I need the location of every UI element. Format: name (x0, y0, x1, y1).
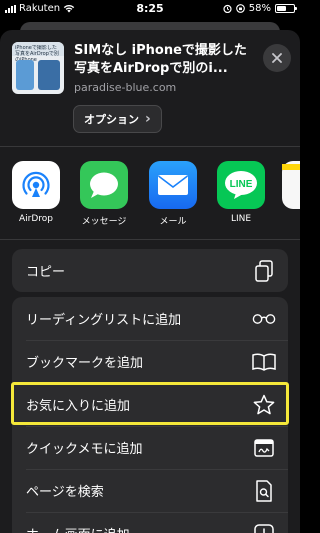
airdrop-icon (12, 161, 60, 209)
line-icon: LINE (217, 161, 265, 209)
close-button[interactable] (263, 44, 291, 72)
page-title: SIMなし iPhoneで撮影した写真をAirDropで別のi... (74, 43, 247, 76)
action-find-on-page[interactable]: ページを検索 (12, 469, 288, 512)
action-add-to-home[interactable]: ホーム画面に追加 (12, 512, 288, 533)
close-icon (272, 53, 282, 63)
action-label: クイックメモに追加 (26, 442, 143, 457)
action-label: ブックマークを追加 (26, 356, 144, 371)
battery-percent: 58% (248, 3, 271, 14)
app-label-mail: メール (159, 217, 187, 227)
mail-icon (149, 161, 197, 209)
options-label: オプション (84, 113, 139, 126)
share-sheet: iPhoneで撮影した写真をAirDropで別のiPhone SIMなし iPh… (0, 30, 300, 533)
app-label-line: LINE (230, 214, 252, 224)
phone-image-right (38, 60, 60, 90)
options-button[interactable]: オプション › (73, 105, 162, 133)
phone-image-left (16, 60, 34, 90)
svg-text:LINE: LINE (230, 179, 253, 190)
action-label: リーディングリストに追加 (26, 313, 182, 328)
app-mail[interactable]: メール (143, 161, 203, 227)
action-label: お気に入りに追加 (26, 399, 131, 414)
header-divider (0, 146, 300, 147)
page-domain: paradise-blue.com (74, 81, 177, 94)
action-quick-note[interactable]: クイックメモに追加 (12, 426, 288, 469)
add-to-home-icon (252, 522, 276, 533)
action-copy[interactable]: コピー (12, 249, 288, 292)
copy-icon (252, 259, 276, 283)
action-group-copy: コピー (12, 249, 288, 292)
action-add-favorite[interactable]: お気に入りに追加 (12, 383, 288, 426)
action-label: ページを検索 (26, 485, 104, 500)
quick-note-icon (252, 436, 276, 460)
share-header: iPhoneで撮影した写真をAirDropで別のiPhone SIMなし iPh… (0, 30, 300, 142)
star-icon (252, 393, 276, 417)
app-line[interactable]: LINE LINE (211, 161, 271, 224)
messages-icon (80, 161, 128, 209)
apps-divider (0, 239, 300, 240)
action-label: ホーム画面に追加 (26, 524, 130, 533)
notes-icon (282, 161, 300, 209)
find-on-page-icon (252, 479, 276, 503)
apps-row: AirDrop メッセージ メール LINE LINE (0, 161, 300, 231)
alarm-icon (223, 4, 232, 13)
app-messages[interactable]: メッセージ (74, 161, 134, 227)
status-right: 58% (223, 3, 297, 14)
app-airdrop[interactable]: AirDrop (6, 161, 66, 224)
action-reading-list[interactable]: リーディングリストに追加 (12, 297, 288, 340)
app-more-partial[interactable] (282, 161, 300, 209)
action-group-main: リーディングリストに追加 ブックマークを追加 お気に入りに追加 クイックメモに追… (12, 297, 288, 533)
glasses-icon (252, 307, 276, 331)
chevron-right-icon: › (145, 111, 151, 127)
app-label-airdrop: AirDrop (18, 214, 53, 224)
app-label-messages: メッセージ (81, 217, 127, 227)
orientation-lock-icon (235, 4, 245, 13)
book-icon (252, 350, 276, 374)
status-bar: Rakuten 8:25 58% (0, 0, 300, 18)
battery-fill (277, 6, 287, 11)
action-label: コピー (26, 265, 66, 280)
action-add-bookmark[interactable]: ブックマークを追加 (12, 340, 288, 383)
battery-icon (275, 4, 297, 13)
page-thumbnail: iPhoneで撮影した写真をAirDropで別のiPhone (12, 42, 64, 94)
